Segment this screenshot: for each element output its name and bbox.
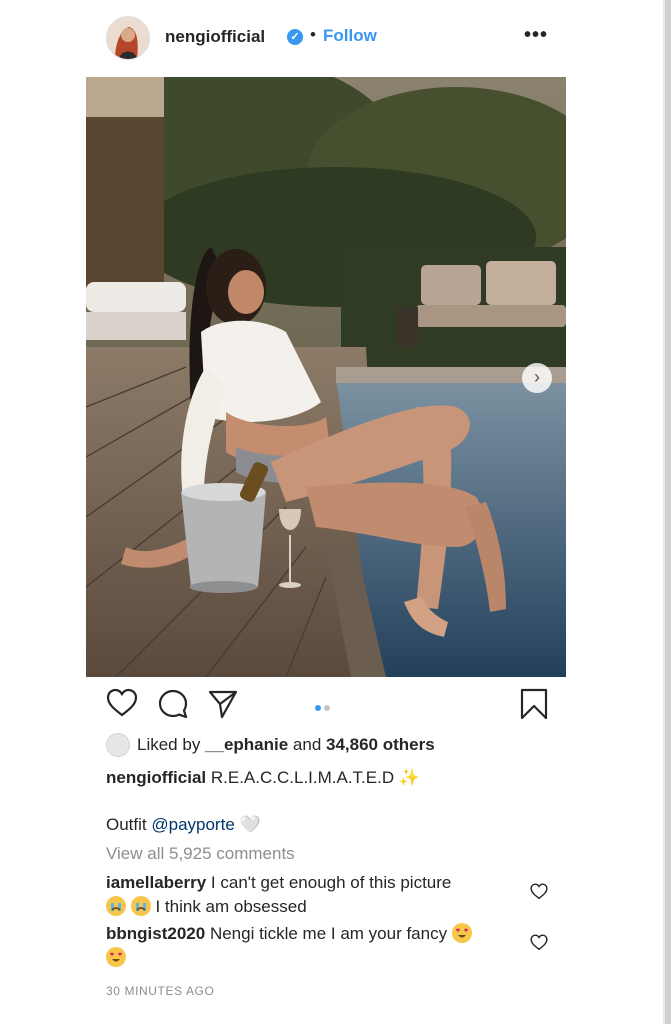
comment-like-heart-icon[interactable] bbox=[530, 883, 548, 905]
caption-username[interactable]: nengiofficial bbox=[106, 768, 206, 787]
follow-button[interactable]: Follow bbox=[323, 26, 377, 46]
comment-username[interactable]: iamellaberry bbox=[106, 873, 206, 892]
likes-user[interactable]: __ephanie bbox=[205, 735, 288, 754]
post-photo-illustration bbox=[86, 77, 566, 677]
share-paper-plane-icon[interactable] bbox=[207, 688, 239, 725]
likes-text: Liked by __ephanie and 34,860 others bbox=[137, 735, 435, 755]
comment-text: Nengi tickle me I am your fancy bbox=[209, 924, 448, 943]
separator-dot: • bbox=[310, 25, 316, 44]
carousel-dot bbox=[324, 705, 330, 711]
comment-bubble-icon[interactable] bbox=[157, 688, 189, 725]
caption-text: R.E.A.C.C.L.I.M.A.T.E.D bbox=[210, 768, 395, 787]
post-timestamp: 30 MINUTES AGO bbox=[106, 984, 215, 998]
crying-face-emoji bbox=[106, 896, 126, 916]
caption-outfit-line: Outfit @payporte 🤍 bbox=[106, 815, 261, 835]
verified-badge-icon: ✓ bbox=[287, 29, 303, 45]
post-actions-bar bbox=[106, 688, 552, 724]
comment-text-continued: I think am obsessed bbox=[155, 897, 307, 916]
likes-middle: and bbox=[288, 735, 327, 754]
more-options-icon[interactable]: ••• bbox=[524, 24, 548, 47]
comment-like-heart-icon[interactable] bbox=[530, 934, 548, 956]
next-photo-chevron-icon[interactable]: › bbox=[522, 363, 552, 393]
comment-text: I can't get enough of this picture bbox=[210, 873, 452, 892]
avatar[interactable] bbox=[106, 16, 150, 60]
window-edge bbox=[665, 0, 671, 1024]
heart-eyes-emoji bbox=[451, 923, 472, 943]
comment-username[interactable]: bbngist2020 bbox=[106, 924, 205, 943]
liker-avatar[interactable] bbox=[106, 733, 130, 757]
comment-item: bbngist2020 Nengi tickle me I am your fa… bbox=[106, 922, 526, 970]
likes-count[interactable]: 34,860 others bbox=[326, 735, 435, 754]
outfit-text: Outfit bbox=[106, 815, 152, 834]
view-all-comments-link[interactable]: View all 5,925 comments bbox=[106, 844, 295, 864]
caption-sparkle-emoji: ✨ bbox=[398, 768, 421, 787]
post-caption: nengiofficial R.E.A.C.C.L.I.M.A.T.E.D ✨ bbox=[106, 768, 420, 788]
save-bookmark-icon[interactable] bbox=[519, 688, 549, 725]
post-username[interactable]: nengiofficial bbox=[165, 27, 265, 47]
post-header: nengiofficial ✓ • Follow ••• bbox=[106, 16, 556, 60]
likes-prefix: Liked by bbox=[137, 735, 206, 754]
comment-item: iamellaberry I can't get enough of this … bbox=[106, 871, 526, 919]
outfit-mention-link[interactable]: @payporte bbox=[151, 815, 234, 834]
crying-face-emoji bbox=[130, 896, 151, 916]
heart-eyes-emoji bbox=[106, 947, 126, 967]
white-heart-emoji: 🤍 bbox=[239, 815, 261, 834]
like-heart-icon[interactable] bbox=[106, 688, 138, 723]
post-photo[interactable]: › bbox=[86, 77, 566, 677]
carousel-pagination bbox=[315, 698, 333, 716]
carousel-dot-active bbox=[315, 705, 321, 711]
